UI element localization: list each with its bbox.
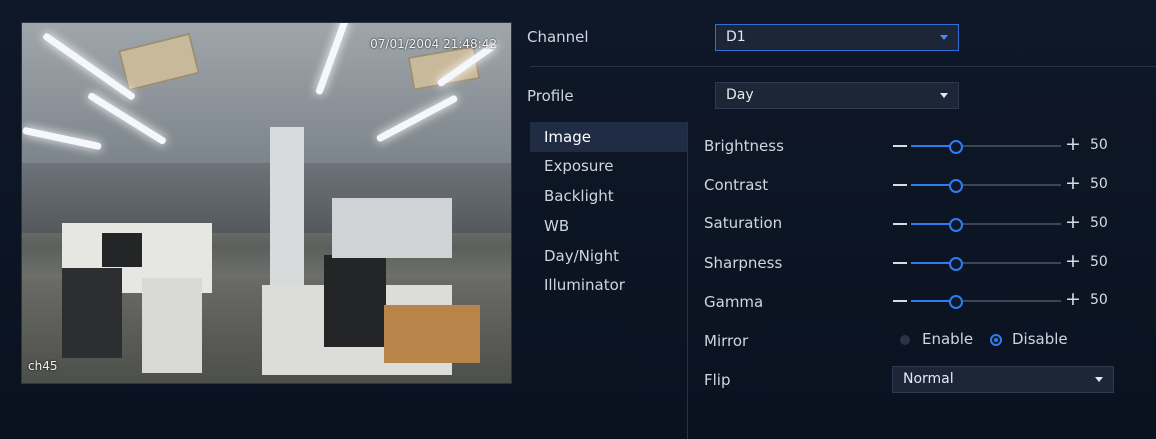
divider xyxy=(530,66,1156,67)
saturation-value: 50 xyxy=(1090,215,1108,231)
gamma-label: Gamma xyxy=(704,293,764,311)
menu-item-illuminator[interactable]: Illuminator xyxy=(530,270,687,300)
flip-value: Normal xyxy=(903,371,954,387)
preview-partition xyxy=(332,198,452,258)
menu-item-image[interactable]: Image xyxy=(530,122,687,152)
plus-icon[interactable]: + xyxy=(1065,289,1081,309)
slider-knob[interactable] xyxy=(949,179,963,193)
saturation-label: Saturation xyxy=(704,214,783,232)
plus-icon[interactable]: + xyxy=(1065,134,1081,154)
channel-value: D1 xyxy=(726,29,746,45)
slider-knob[interactable] xyxy=(949,140,963,154)
minus-icon[interactable] xyxy=(893,145,907,147)
preview-cardboard-box xyxy=(384,305,480,363)
flip-label: Flip xyxy=(704,371,731,389)
slider-knob[interactable] xyxy=(949,218,963,232)
contrast-label: Contrast xyxy=(704,176,769,194)
channel-label: Channel xyxy=(527,28,589,46)
plus-icon[interactable]: + xyxy=(1065,212,1081,232)
profile-select[interactable]: Day xyxy=(715,82,959,109)
mirror-disable-label: Disable xyxy=(1012,330,1068,348)
menu-divider xyxy=(687,122,688,439)
preview-timestamp: 07/01/2004 21:48:42 xyxy=(370,37,497,51)
plus-icon[interactable]: + xyxy=(1065,173,1081,193)
menu-item-wb[interactable]: WB xyxy=(530,211,687,241)
menu-item-exposure[interactable]: Exposure xyxy=(530,151,687,181)
brightness-value: 50 xyxy=(1090,137,1108,153)
plus-icon[interactable]: + xyxy=(1065,251,1081,271)
dropdown-arrow-icon xyxy=(940,35,948,40)
radio-on-icon[interactable] xyxy=(990,334,1002,346)
minus-icon[interactable] xyxy=(893,184,907,186)
slider-knob[interactable] xyxy=(949,257,963,271)
sharpness-slider[interactable]: + 50 xyxy=(893,251,1117,273)
gamma-slider[interactable]: + 50 xyxy=(893,289,1117,311)
minus-icon[interactable] xyxy=(893,262,907,264)
contrast-slider[interactable]: + 50 xyxy=(893,173,1117,195)
dropdown-arrow-icon xyxy=(940,93,948,98)
brightness-slider[interactable]: + 50 xyxy=(893,134,1117,156)
image-settings-panel: 07/01/2004 21:48:42 ch45 Channel D1 Prof… xyxy=(0,0,1156,439)
minus-icon[interactable] xyxy=(893,223,907,225)
profile-label: Profile xyxy=(527,87,574,105)
flip-select[interactable]: Normal xyxy=(892,366,1114,393)
preview-pc-tower xyxy=(324,255,386,347)
saturation-slider[interactable]: + 50 xyxy=(893,212,1117,234)
minus-icon[interactable] xyxy=(893,300,907,302)
contrast-value: 50 xyxy=(1090,176,1108,192)
dropdown-arrow-icon xyxy=(1095,377,1103,382)
preview-channel-label: ch45 xyxy=(28,359,58,373)
channel-select[interactable]: D1 xyxy=(715,24,959,51)
preview-chair xyxy=(62,268,122,358)
brightness-label: Brightness xyxy=(704,137,784,155)
slider-knob[interactable] xyxy=(949,295,963,309)
menu-item-day-night[interactable]: Day/Night xyxy=(530,241,687,271)
sharpness-value: 50 xyxy=(1090,254,1108,270)
mirror-label: Mirror xyxy=(704,332,749,350)
preview-pillar xyxy=(270,127,304,287)
preview-monitor xyxy=(102,233,142,267)
gamma-value: 50 xyxy=(1090,292,1108,308)
live-preview: 07/01/2004 21:48:42 ch45 xyxy=(21,22,512,384)
menu-item-backlight[interactable]: Backlight xyxy=(530,181,687,211)
radio-off-icon[interactable] xyxy=(900,335,910,345)
sharpness-label: Sharpness xyxy=(704,254,783,272)
preview-cabinet xyxy=(142,278,202,373)
profile-value: Day xyxy=(726,87,754,103)
mirror-enable-label: Enable xyxy=(922,330,974,348)
